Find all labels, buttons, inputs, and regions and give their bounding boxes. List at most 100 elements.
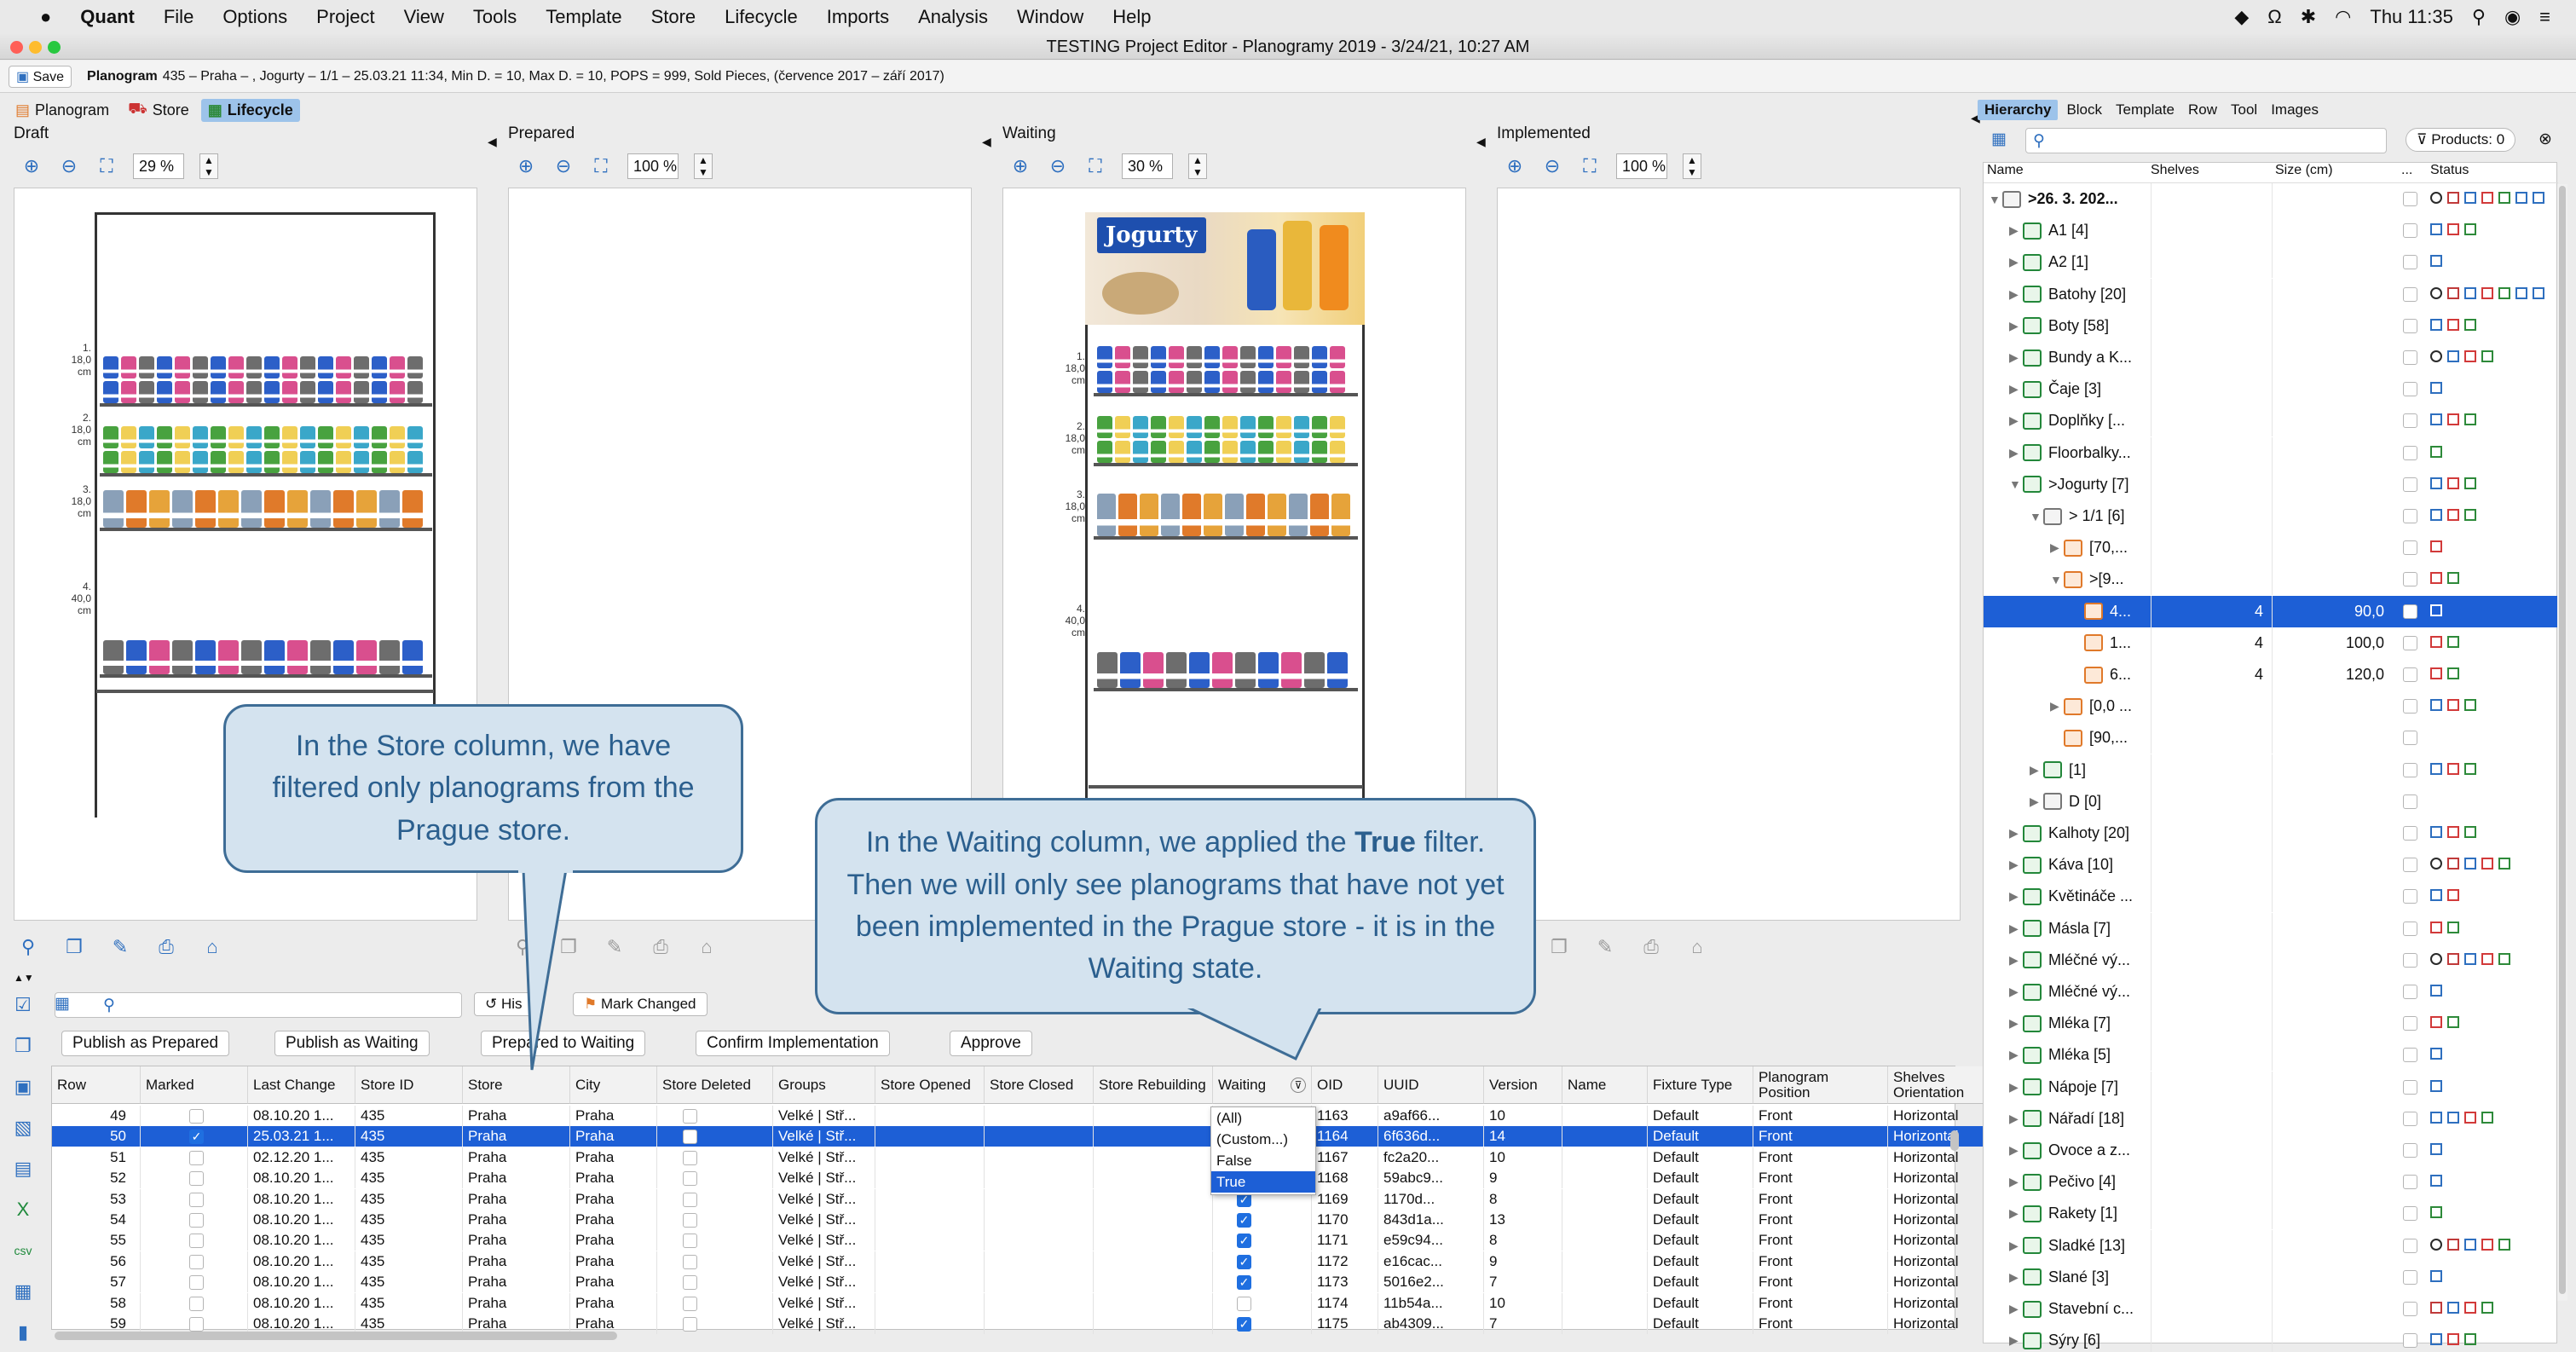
- zoom-out-icon[interactable]: ⊖: [1541, 155, 1563, 177]
- hierarchy-row[interactable]: ▼ > 1/1 [6]: [1984, 500, 2563, 532]
- chevron-right-icon[interactable]: ▶: [2009, 1333, 2023, 1348]
- tag-icon[interactable]: ⌂: [696, 936, 718, 958]
- save-button[interactable]: ▣ Save: [9, 65, 72, 88]
- chevron-right-icon[interactable]: ▶: [2009, 1112, 2023, 1126]
- chevron-right-icon[interactable]: ▶: [2009, 1143, 2023, 1158]
- menu-project[interactable]: Project: [302, 6, 389, 28]
- marked-checkbox[interactable]: [189, 1213, 204, 1228]
- collapse-arrow-icon[interactable]: ◀: [488, 135, 497, 149]
- hierarchy-search-input[interactable]: ⚲: [2025, 128, 2387, 153]
- hierarchy-row[interactable]: ▶ A2 [1]: [1984, 246, 2563, 279]
- zoom-in-icon[interactable]: ⊕: [1504, 155, 1526, 177]
- table-row[interactable]: 57 08.10.20 1... 435 Praha Praha Velké | Stř.…: [52, 1272, 2004, 1293]
- zoom-out-icon[interactable]: ⊖: [58, 155, 80, 177]
- filter-option-all[interactable]: (All): [1211, 1107, 1315, 1129]
- tab-template[interactable]: Template: [2111, 100, 2180, 120]
- waiting-checkbox[interactable]: ✓: [1237, 1275, 1251, 1291]
- marked-checkbox[interactable]: [189, 1109, 204, 1124]
- copy-icon[interactable]: ❐: [1548, 936, 1570, 958]
- collapse-arrow-icon[interactable]: ◀: [1476, 135, 1486, 149]
- hierarchy-row[interactable]: ▶ Káva [10]: [1984, 849, 2563, 881]
- splitter-arrows-icon[interactable]: ▲▼: [14, 972, 34, 984]
- chevron-right-icon[interactable]: ▶: [2009, 1048, 2023, 1062]
- grid-header-oid[interactable]: OID: [1312, 1066, 1378, 1104]
- chevron-down-icon[interactable]: ▼: [2050, 573, 2064, 586]
- hierarchy-checkbox[interactable]: [2403, 731, 2417, 746]
- chevron-right-icon[interactable]: ▶: [2009, 889, 2023, 904]
- fit-icon[interactable]: ⛶: [590, 155, 612, 177]
- hierarchy-checkbox[interactable]: [2403, 509, 2417, 523]
- print-icon[interactable]: ⎙: [650, 936, 672, 958]
- clipboard-icon[interactable]: ▣: [12, 1076, 34, 1098]
- hierarchy-checkbox[interactable]: [2403, 1143, 2417, 1158]
- hierarchy-checkbox[interactable]: [2403, 477, 2417, 492]
- apple-icon[interactable]: ●: [26, 6, 66, 28]
- chevron-right-icon[interactable]: ▶: [2009, 922, 2023, 936]
- menu-options[interactable]: Options: [208, 6, 302, 28]
- hierarchy-row[interactable]: ▶ Mléčné vý...: [1984, 976, 2563, 1008]
- chevron-right-icon[interactable]: ▶: [2009, 1270, 2023, 1285]
- marked-checkbox[interactable]: [189, 1296, 204, 1311]
- store-deleted-checkbox[interactable]: [683, 1254, 697, 1269]
- grid-header-pos[interactable]: Planogram Position: [1753, 1066, 1888, 1104]
- approve-button[interactable]: Approve: [950, 1031, 1032, 1056]
- chevron-right-icon[interactable]: ▶: [2009, 223, 2023, 238]
- store-deleted-checkbox[interactable]: [683, 1275, 697, 1291]
- zoom-stepper[interactable]: ▲ ▼: [199, 153, 218, 179]
- search-icon[interactable]: ⚲: [17, 936, 39, 958]
- chart-icon[interactable]: ▮: [12, 1321, 34, 1343]
- chevron-down-icon[interactable]: ▼: [2009, 477, 2023, 491]
- chevron-right-icon[interactable]: ▶: [2009, 1175, 2023, 1189]
- chevron-right-icon[interactable]: ▶: [2030, 763, 2043, 777]
- zoom-window-icon[interactable]: [48, 41, 61, 54]
- zoom-stepper[interactable]: ▲ ▼: [694, 153, 713, 179]
- hierarchy-row[interactable]: ▶ Pečivo [4]: [1984, 1166, 2563, 1199]
- hierarchy-row[interactable]: ▼ >Jogurty [7]: [1984, 468, 2563, 500]
- store-deleted-checkbox[interactable]: [683, 1234, 697, 1249]
- waiting-checkbox[interactable]: [1237, 1296, 1251, 1311]
- chevron-right-icon[interactable]: ▶: [2009, 858, 2023, 872]
- publish-as-prepared-button[interactable]: Publish as Prepared: [61, 1031, 230, 1056]
- menu-analysis[interactable]: Analysis: [904, 6, 1002, 28]
- chevron-right-icon[interactable]: ▶: [2009, 1016, 2023, 1031]
- chevron-right-icon[interactable]: ▶: [2009, 382, 2023, 396]
- hierarchy-checkbox[interactable]: [2403, 826, 2417, 841]
- hierarchy-row[interactable]: ▶ Nápoje [7]: [1984, 1071, 2563, 1103]
- hierarchy-checkbox[interactable]: [2403, 1016, 2417, 1031]
- hierarchy-row[interactable]: ▶ [0,0 ...: [1984, 690, 2563, 723]
- headphones-icon[interactable]: Ω: [2267, 6, 2281, 28]
- hierarchy-checkbox[interactable]: [2403, 1269, 2417, 1285]
- menu-template[interactable]: Template: [531, 6, 636, 28]
- hierarchy-row[interactable]: ▶ Doplňky [...: [1984, 405, 2563, 437]
- filter-option-true[interactable]: True: [1211, 1171, 1315, 1193]
- grid-header-ver[interactable]: Version: [1484, 1066, 1562, 1104]
- hierarchy-checkbox[interactable]: [2403, 858, 2417, 873]
- store-deleted-checkbox[interactable]: [683, 1296, 697, 1311]
- grid-header-groups[interactable]: Groups: [773, 1066, 875, 1104]
- store-deleted-checkbox[interactable]: [683, 1109, 697, 1124]
- menu-app-name[interactable]: Quant: [66, 6, 149, 28]
- hierarchy-checkbox[interactable]: [2403, 445, 2417, 460]
- hierarchy-checkbox[interactable]: [2403, 540, 2417, 556]
- grid-search-input[interactable]: ⚲: [55, 992, 462, 1018]
- table-row[interactable]: 55 08.10.20 1... 435 Praha Praha Velké | Stř.…: [52, 1230, 2004, 1251]
- chevron-right-icon[interactable]: ▶: [2009, 1206, 2023, 1221]
- waiting-checkbox[interactable]: ✓: [1237, 1213, 1251, 1228]
- fit-icon[interactable]: ⛶: [95, 155, 118, 177]
- tab-row[interactable]: Row: [2183, 100, 2222, 120]
- hierarchy-row[interactable]: ▶ Stavební c...: [1984, 1293, 2563, 1325]
- publish-as-waiting-button[interactable]: Publish as Waiting: [274, 1031, 430, 1056]
- grid-header-closed[interactable]: Store Closed: [985, 1066, 1094, 1104]
- chevron-right-icon[interactable]: ▶: [2009, 1239, 2023, 1253]
- chevron-right-icon[interactable]: ▶: [2009, 319, 2023, 333]
- zoom-in-icon[interactable]: ⊕: [515, 155, 537, 177]
- tab-planogram[interactable]: ▤ Planogram: [9, 99, 116, 122]
- table-row[interactable]: 58 08.10.20 1... 435 Praha Praha Velké | Stř.…: [52, 1292, 2004, 1314]
- hierarchy-checkbox[interactable]: [2403, 762, 2417, 777]
- table-icon[interactable]: ▦: [12, 1280, 34, 1303]
- menu-lifecycle[interactable]: Lifecycle: [710, 6, 812, 28]
- zoom-field[interactable]: 29 %: [133, 153, 184, 179]
- store-deleted-checkbox[interactable]: [683, 1192, 697, 1207]
- hierarchy-row[interactable]: ▶ Batohy [20]: [1984, 278, 2563, 310]
- grid-settings-icon[interactable]: ▦: [55, 994, 70, 1014]
